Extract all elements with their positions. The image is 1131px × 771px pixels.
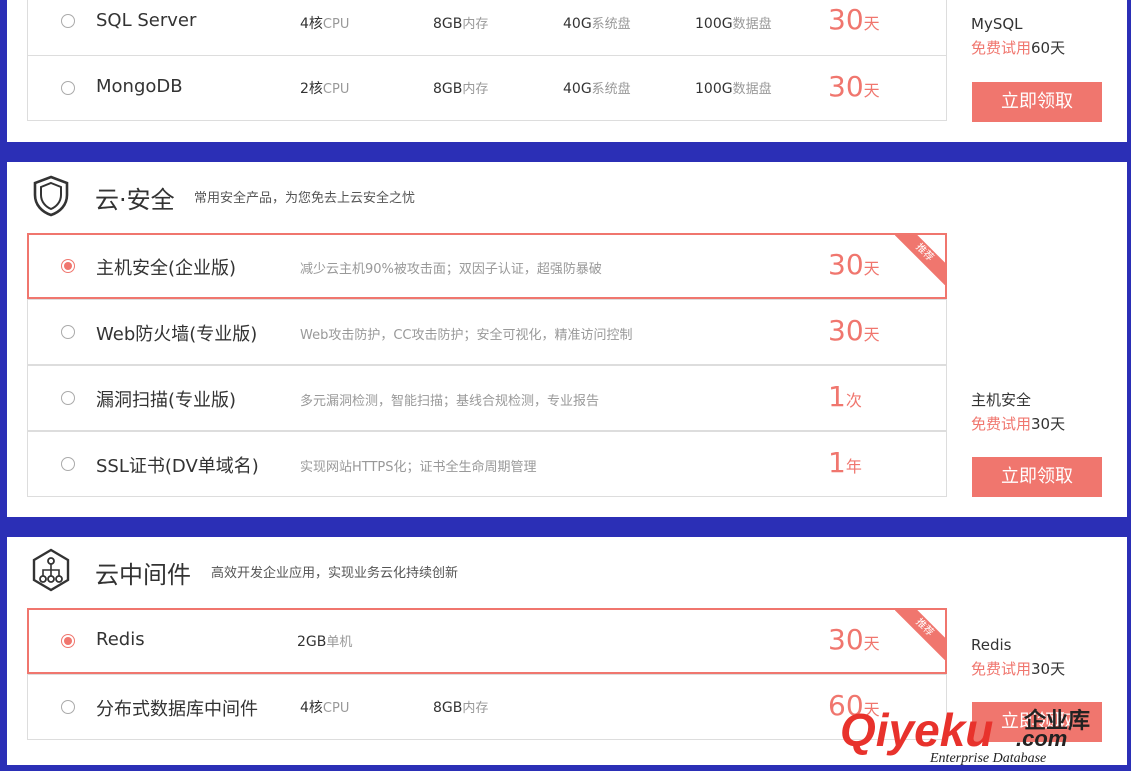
product-row-ssl-certificate[interactable]: SSL证书(DV单域名) 实现网站HTTPS化；证书全生命周期管理 1年 bbox=[27, 431, 947, 497]
security-panel: 云·安全 常用安全产品，为您免去上云安全之忧 主机安全(企业版) 减少云主机90… bbox=[7, 162, 1127, 517]
product-description: 减少云主机90%被攻击面；双因子认证，超强防暴破 bbox=[300, 262, 602, 277]
product-row-vulnerability-scan[interactable]: 漏洞扫描(专业版) 多元漏洞检测，智能扫描；基线合规检测，专业报告 1次 bbox=[27, 365, 947, 431]
claim-button[interactable]: 立即领取 bbox=[972, 457, 1102, 497]
shield-icon bbox=[33, 175, 69, 217]
selected-product-name: Redis bbox=[971, 636, 1012, 654]
product-row-sqlserver[interactable]: SQL Server 4核CPU 8GB内存 40G系统盘 100G数据盘 30… bbox=[27, 0, 947, 56]
memory-spec: 8GB内存 bbox=[433, 81, 489, 97]
radio-button[interactable] bbox=[61, 634, 75, 648]
instance-spec: 2GB单机 bbox=[297, 634, 353, 650]
section-subtitle: 高效开发企业应用，实现业务云化持续创新 bbox=[211, 566, 459, 581]
memory-spec: 8GB内存 bbox=[433, 700, 489, 716]
system-disk-spec: 40G系统盘 bbox=[563, 16, 631, 32]
qiyeku-watermark-logo: Qiyeku .com 企业库 Enterprise Database bbox=[840, 704, 1090, 766]
product-name: Redis bbox=[96, 629, 145, 650]
product-description: 多元漏洞检测，智能扫描；基线合规检测，专业报告 bbox=[300, 394, 600, 409]
data-disk-spec: 100G数据盘 bbox=[695, 81, 772, 97]
product-name: 分布式数据库中间件 bbox=[96, 699, 258, 720]
network-nodes-icon bbox=[32, 548, 70, 592]
trial-days: 60天 bbox=[1031, 39, 1066, 57]
cpu-spec: 4核CPU bbox=[300, 16, 350, 32]
watermark-en: Enterprise Database bbox=[929, 751, 1046, 766]
product-name: 主机安全(企业版) bbox=[96, 258, 237, 279]
radio-button[interactable] bbox=[61, 259, 75, 273]
section-title: 云中间件 bbox=[95, 561, 191, 589]
product-row-host-security[interactable]: 主机安全(企业版) 减少云主机90%被攻击面；双因子认证，超强防暴破 30天 推… bbox=[27, 233, 947, 299]
watermark-brand: Qiyeku bbox=[840, 704, 993, 756]
section-title: 云·安全 bbox=[95, 186, 175, 214]
trial-duration: 30天 bbox=[828, 3, 880, 36]
watermark-cn: 企业库 bbox=[1023, 708, 1090, 734]
cpu-spec: 4核CPU bbox=[300, 700, 350, 716]
selected-product-name: MySQL bbox=[971, 15, 1023, 33]
trial-duration: 30天 bbox=[828, 623, 880, 656]
radio-button[interactable] bbox=[61, 14, 75, 28]
product-row-redis[interactable]: Redis 2GB单机 30天 推荐 bbox=[27, 608, 947, 674]
selected-product-name: 主机安全 bbox=[971, 391, 1032, 409]
product-description: 实现网站HTTPS化；证书全生命周期管理 bbox=[300, 460, 537, 475]
recommended-badge: 推荐 bbox=[895, 235, 945, 285]
trial-duration: 30天 bbox=[828, 70, 880, 103]
product-name: Web防火墙(专业版) bbox=[96, 324, 258, 345]
trial-duration: 1年 bbox=[828, 446, 862, 479]
memory-spec: 8GB内存 bbox=[433, 16, 489, 32]
trial-days: 30天 bbox=[1031, 660, 1066, 678]
product-name: MongoDB bbox=[96, 76, 183, 97]
free-trial-label: 免费试用 bbox=[971, 660, 1032, 678]
product-name: SSL证书(DV单域名) bbox=[96, 456, 259, 477]
trial-duration: 30天 bbox=[828, 314, 880, 347]
radio-button[interactable] bbox=[61, 700, 75, 714]
radio-button[interactable] bbox=[61, 457, 75, 471]
cpu-spec: 2核CPU bbox=[300, 81, 350, 97]
database-panel: SQL Server 4核CPU 8GB内存 40G系统盘 100G数据盘 30… bbox=[7, 0, 1127, 142]
selected-product-info: MySQL 免费试用60天 bbox=[971, 12, 1065, 60]
radio-button[interactable] bbox=[61, 391, 75, 405]
section-subtitle: 常用安全产品，为您免去上云安全之忧 bbox=[194, 191, 416, 206]
radio-button[interactable] bbox=[61, 81, 75, 95]
trial-duration: 1次 bbox=[828, 380, 862, 413]
free-trial-label: 免费试用 bbox=[971, 39, 1032, 57]
product-name: SQL Server bbox=[96, 10, 197, 31]
product-row-mongodb[interactable]: MongoDB 2核CPU 8GB内存 40G系统盘 100G数据盘 30天 bbox=[27, 55, 947, 121]
claim-button[interactable]: 立即领取 bbox=[972, 82, 1102, 122]
trial-duration: 30天 bbox=[828, 248, 880, 281]
radio-button[interactable] bbox=[61, 325, 75, 339]
selected-product-info: 主机安全 免费试用30天 bbox=[971, 388, 1065, 436]
product-name: 漏洞扫描(专业版) bbox=[96, 390, 237, 411]
recommended-badge: 推荐 bbox=[895, 610, 945, 660]
product-row-distributed-db-middleware[interactable]: 分布式数据库中间件 4核CPU 8GB内存 60天 bbox=[27, 674, 947, 740]
trial-days: 30天 bbox=[1031, 415, 1066, 433]
data-disk-spec: 100G数据盘 bbox=[695, 16, 772, 32]
free-trial-label: 免费试用 bbox=[971, 415, 1032, 433]
product-description: Web攻击防护，CC攻击防护；安全可视化，精准访问控制 bbox=[300, 328, 633, 343]
system-disk-spec: 40G系统盘 bbox=[563, 81, 631, 97]
selected-product-info: Redis 免费试用30天 bbox=[971, 633, 1065, 681]
product-row-web-firewall[interactable]: Web防火墙(专业版) Web攻击防护，CC攻击防护；安全可视化，精准访问控制 … bbox=[27, 299, 947, 365]
